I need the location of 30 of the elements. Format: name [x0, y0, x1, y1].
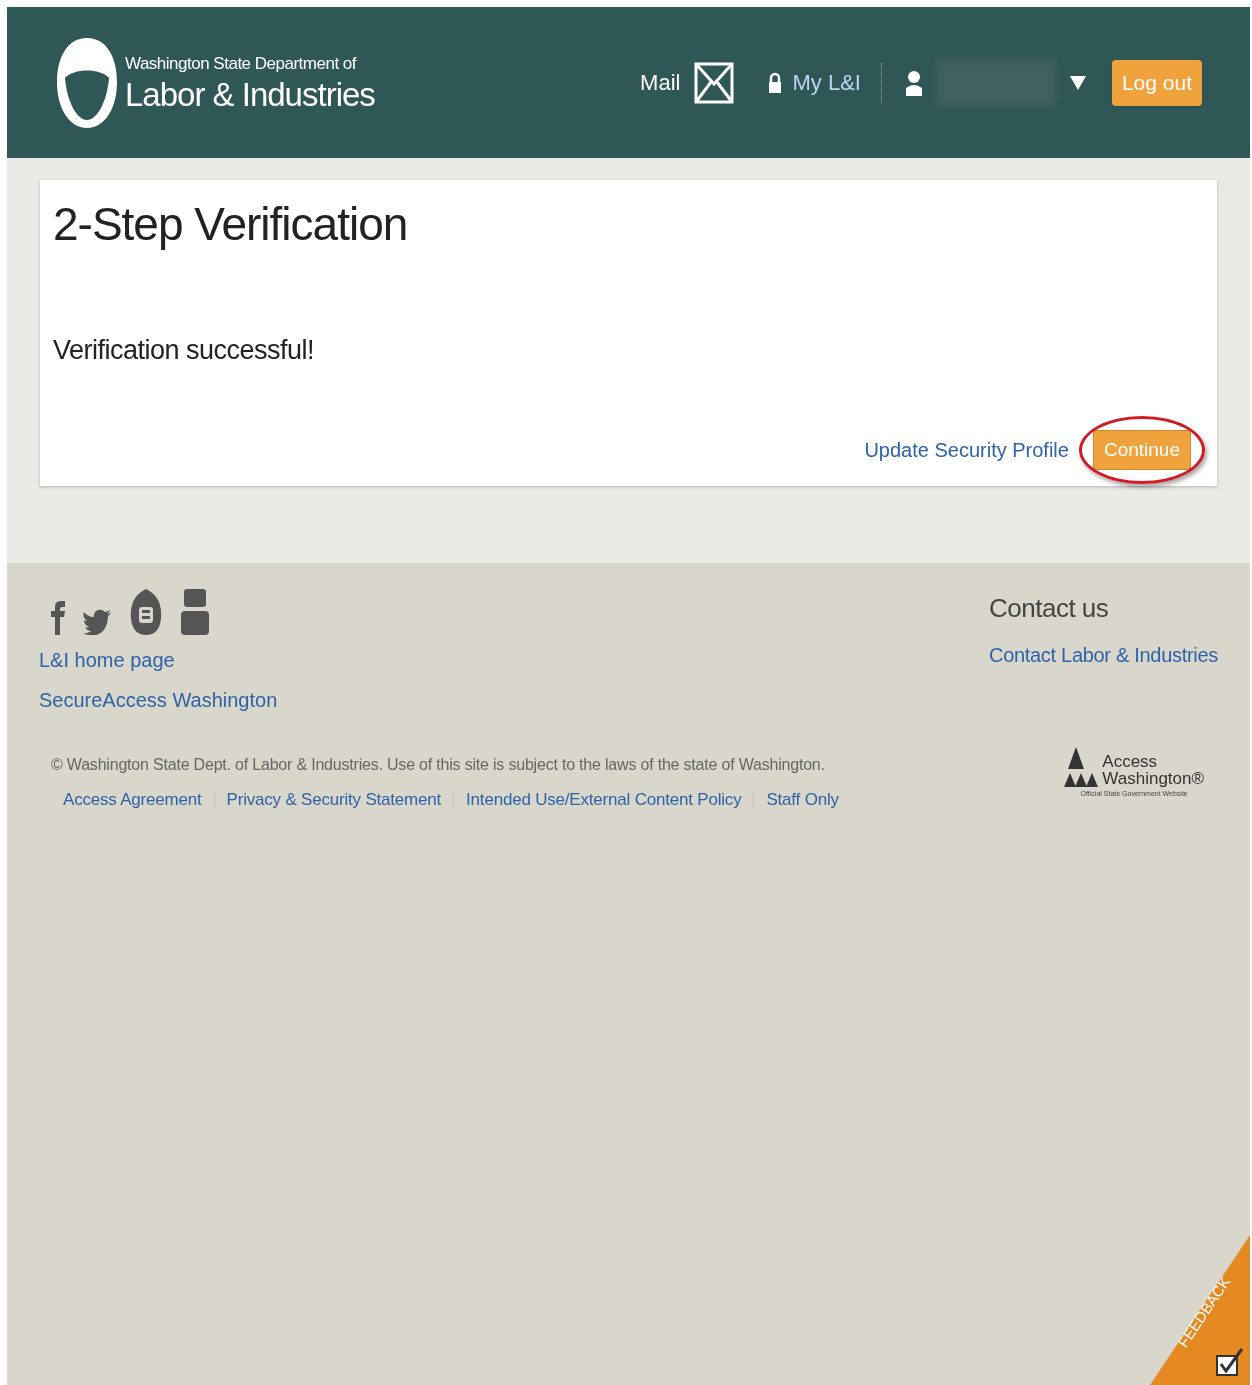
logo-text: Washington State Department of: [125, 54, 358, 72]
legal-link[interactable]: Access Agreement: [63, 787, 202, 813]
mountains-icon: [1064, 747, 1099, 787]
facebook-icon[interactable]: [51, 601, 65, 635]
lock-icon: [768, 71, 783, 94]
contact-link[interactable]: Contact Labor & Industries: [989, 640, 1218, 670]
update-security-profile-link[interactable]: Update Security Profile: [864, 435, 1069, 465]
mail-link[interactable]: Mail: [640, 66, 681, 99]
logo-icon: [55, 35, 119, 130]
checkbox-icon: [1214, 1347, 1244, 1377]
footer-link[interactable]: SecureAccess Washington: [39, 685, 278, 715]
success-message: Verification successful!: [53, 333, 316, 367]
legal-link[interactable]: Staff Only: [766, 787, 839, 813]
legal-link[interactable]: Intended Use/External Content Policy: [466, 787, 742, 813]
bird-icon[interactable]: [83, 609, 111, 635]
user-icon: [903, 69, 924, 96]
badge-text: Washington®: [1102, 770, 1204, 787]
logo[interactable]: Washington State Department of Labor & Industries: [55, 35, 375, 130]
footer-link[interactable]: L&I home page: [39, 645, 175, 675]
contact-heading: Contact us: [989, 592, 1110, 625]
badge-text: Access: [1102, 753, 1159, 770]
my-account-link[interactable]: My L&I: [792, 66, 861, 99]
legal-link[interactable]: Privacy & Security Statement: [226, 787, 442, 813]
copyright-text: © Washington State Dept. of Labor & Industries. Use of this site is subject to the laws of the state of Washington.: [51, 755, 826, 775]
page-title: 2-Step Verification: [53, 197, 409, 252]
logo-text: Labor & Industries: [125, 77, 375, 111]
blog-icon[interactable]: [129, 589, 163, 635]
mail-icon[interactable]: [694, 61, 735, 104]
video-icon[interactable]: [181, 589, 209, 635]
caret-icon[interactable]: [1069, 75, 1086, 90]
